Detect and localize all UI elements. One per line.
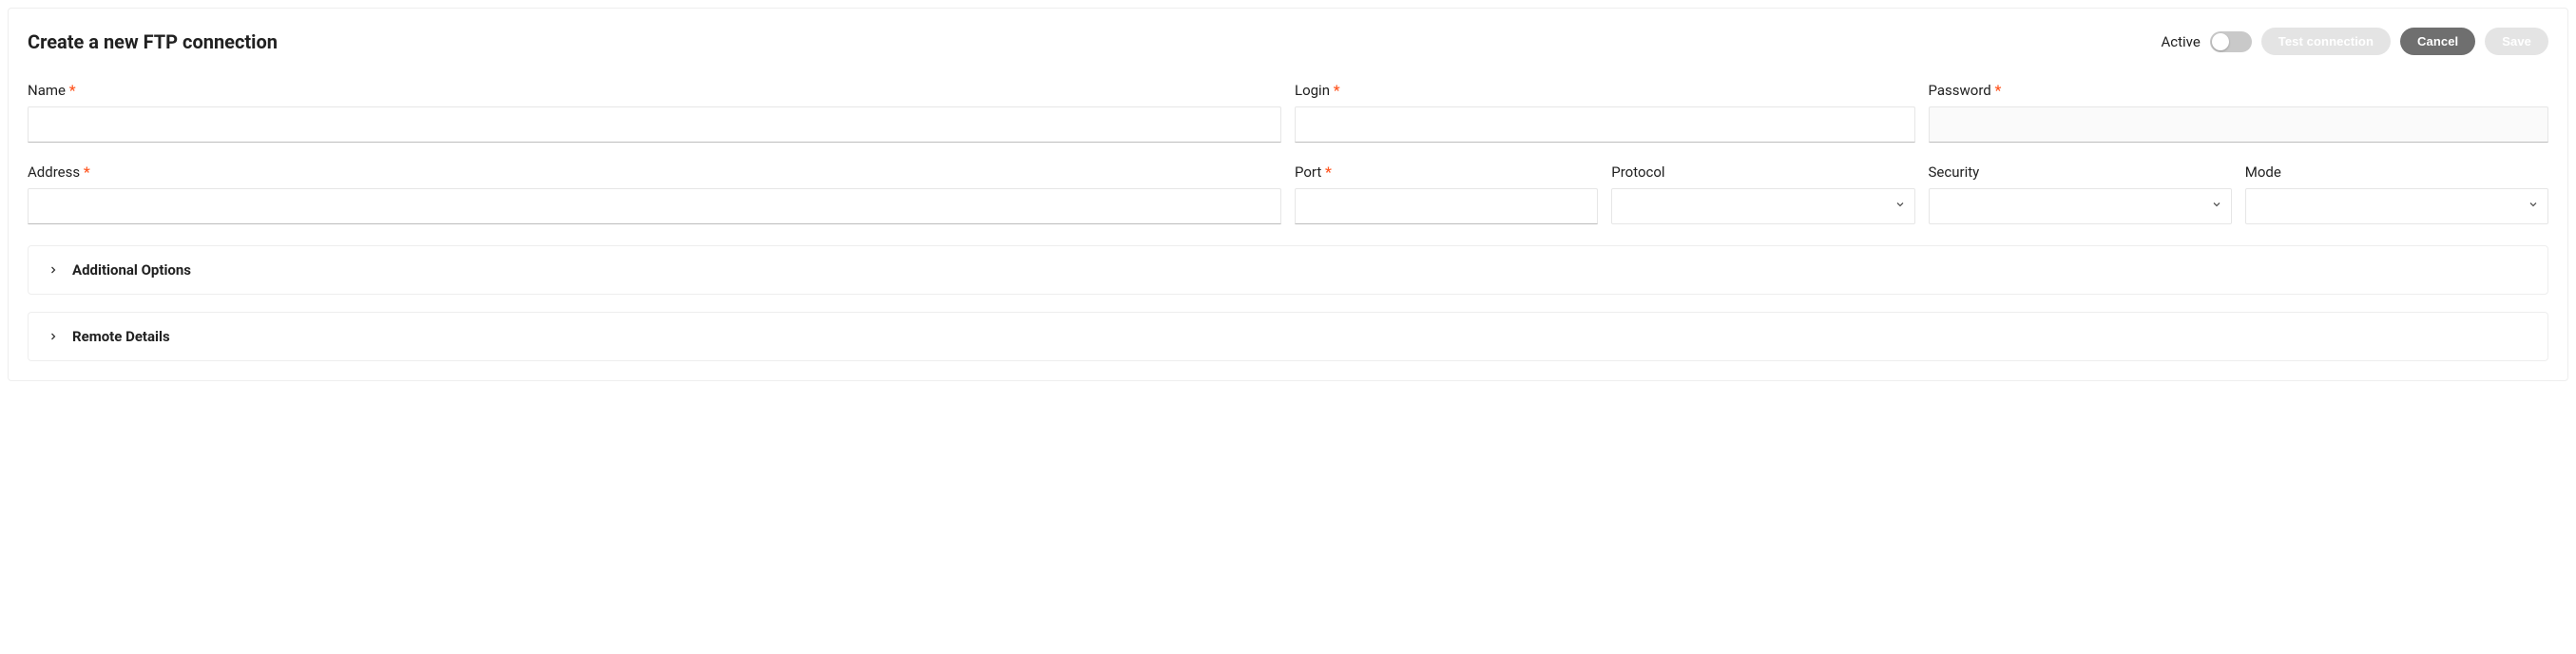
remote-details-title: Remote Details [72,328,170,345]
security-field: Security [1929,164,2232,224]
security-label: Security [1929,164,2232,181]
mode-select[interactable] [2245,188,2548,224]
login-field: Login * [1295,82,1915,143]
address-input[interactable] [28,188,1281,224]
required-marker: * [1325,164,1332,181]
chevron-right-icon [48,264,59,276]
form-header: Create a new FTP connection Active Test … [28,28,2548,55]
chevron-right-icon [48,331,59,342]
address-field: Address * [28,164,1281,224]
name-input[interactable] [28,106,1281,143]
additional-options-panel[interactable]: Additional Options [28,245,2548,295]
password-input[interactable] [1929,106,2549,143]
page-title: Create a new FTP connection [28,30,278,53]
password-label: Password * [1929,82,2549,99]
port-field: Port * [1295,164,1598,224]
address-label: Address * [28,164,1281,181]
required-marker: * [1334,82,1340,99]
form-grid: Name * Login * Password * Address * [28,82,2548,224]
ftp-connection-form: Create a new FTP connection Active Test … [8,8,2568,381]
toggle-knob-icon [2212,33,2229,50]
cancel-button[interactable]: Cancel [2400,28,2475,55]
name-field: Name * [28,82,1281,143]
port-input[interactable] [1295,188,1598,224]
required-marker: * [1995,82,2002,99]
login-input[interactable] [1295,106,1915,143]
active-label: Active [2161,33,2200,50]
password-label-text: Password [1929,82,1991,99]
mode-label: Mode [2245,164,2548,181]
login-label: Login * [1295,82,1915,99]
additional-options-title: Additional Options [72,261,191,279]
protocol-field: Protocol [1611,164,1914,224]
protocol-label: Protocol [1611,164,1914,181]
test-connection-button[interactable]: Test connection [2261,28,2391,55]
required-marker: * [84,164,90,181]
required-marker: * [69,82,76,99]
name-label: Name * [28,82,1281,99]
protocol-select[interactable] [1611,188,1914,224]
header-actions: Active Test connection Cancel Save [2161,28,2548,55]
login-label-text: Login [1295,82,1330,99]
address-label-text: Address [28,164,80,181]
remote-details-panel[interactable]: Remote Details [28,312,2548,361]
port-label-text: Port [1295,164,1321,181]
active-toggle[interactable] [2210,31,2252,52]
port-label: Port * [1295,164,1598,181]
password-field: Password * [1929,82,2549,143]
save-button[interactable]: Save [2485,28,2548,55]
mode-field: Mode [2245,164,2548,224]
name-label-text: Name [28,82,66,99]
security-select[interactable] [1929,188,2232,224]
